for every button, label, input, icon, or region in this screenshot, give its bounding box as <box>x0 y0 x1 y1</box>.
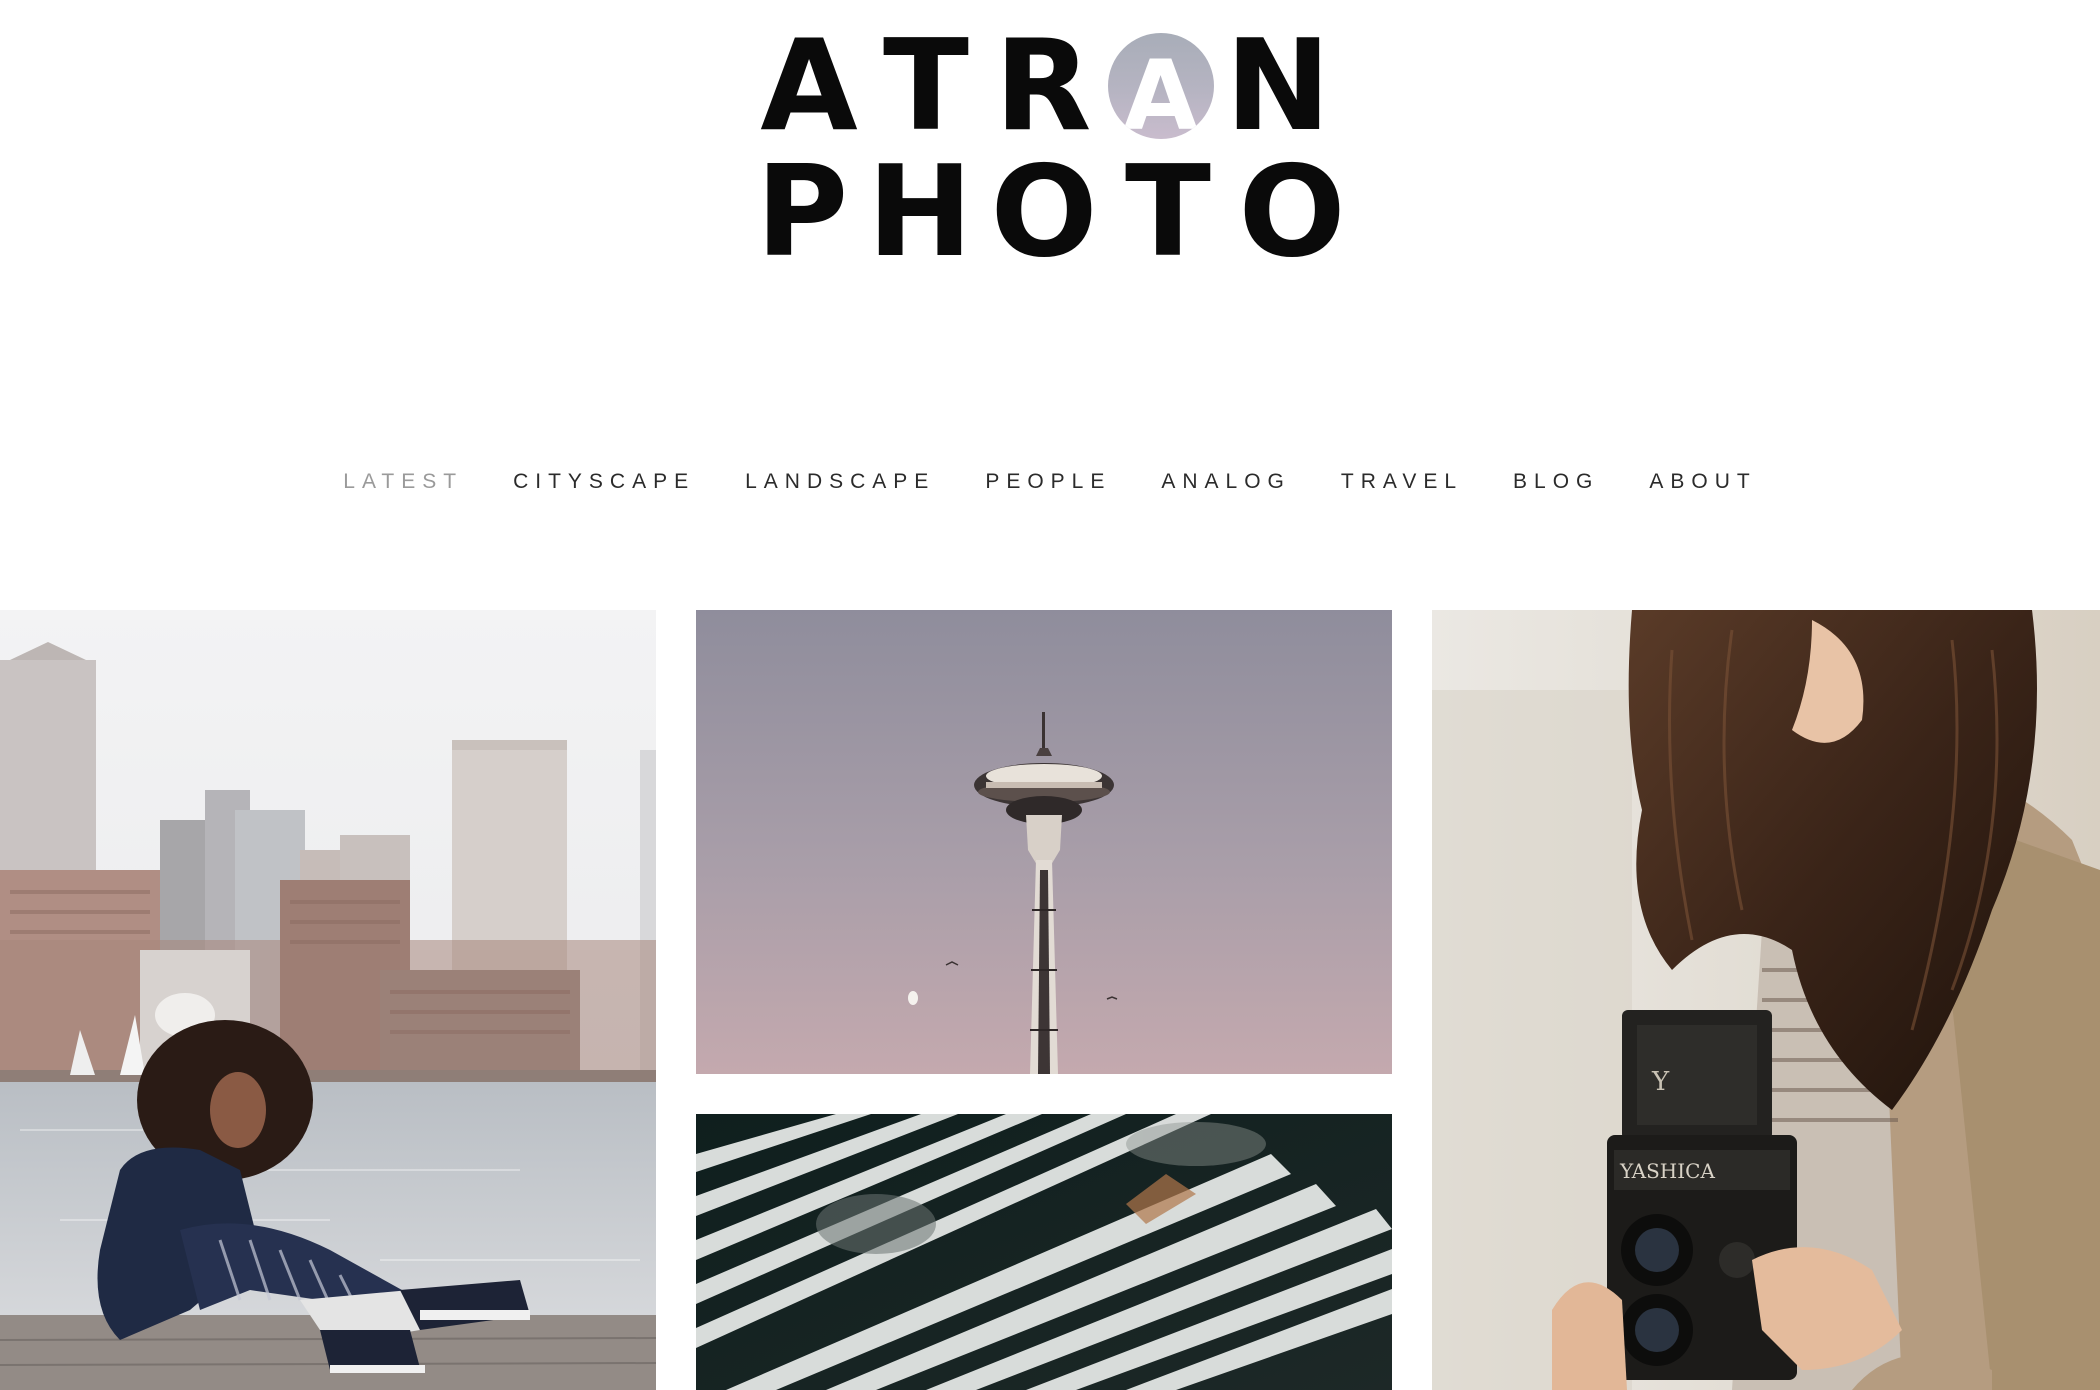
nav-cityscape[interactable]: CITYSCAPE <box>513 470 695 494</box>
logo-line-photo: P H O T O <box>743 138 1357 285</box>
nav-people[interactable]: PEOPLE <box>985 470 1111 494</box>
page: A T R A N P H O T O LATEST CITYSCAPE LAN… <box>0 0 2100 1390</box>
camera-logo-text: Y <box>1651 1067 1670 1097</box>
nav-analog[interactable]: ANALOG <box>1161 470 1291 494</box>
logo-letter: O <box>990 138 1098 285</box>
logo-circle-letter: A <box>1107 33 1214 139</box>
photo-space-needle-image <box>696 610 1392 1074</box>
logo-letter: A <box>1123 40 1198 139</box>
logo-line-atran: A T R A N <box>751 12 1337 159</box>
photo-space-needle[interactable] <box>696 610 1392 1074</box>
main-nav: LATEST CITYSCAPE LANDSCAPE PEOPLE ANALOG… <box>0 470 2100 494</box>
nav-landscape[interactable]: LANDSCAPE <box>745 470 935 494</box>
photo-abstract-stripes[interactable] <box>696 1114 1392 1390</box>
site-logo[interactable]: A T R A N P H O T O <box>0 12 2100 285</box>
logo-letter: T <box>1125 138 1211 285</box>
logo-letter: H <box>867 138 973 285</box>
nav-blog[interactable]: BLOG <box>1513 470 1599 494</box>
photo-abstract-stripes-image <box>696 1114 1392 1390</box>
logo-letter: O <box>1238 138 1346 285</box>
nav-about[interactable]: ABOUT <box>1649 470 1756 494</box>
logo-letter: T <box>883 12 969 159</box>
photo-woman-pier[interactable] <box>0 610 656 1390</box>
photo-woman-camera[interactable]: Y YASHICA <box>1432 610 2100 1390</box>
logo-letter: P <box>755 138 849 285</box>
nav-travel[interactable]: TRAVEL <box>1341 470 1463 494</box>
photo-woman-pier-image <box>0 610 656 1390</box>
photo-woman-camera-image: Y YASHICA <box>1432 610 2100 1390</box>
camera-brand-label: YASHICA <box>1619 1159 1715 1183</box>
logo-letter: A <box>760 12 858 159</box>
logo-letter: R <box>994 12 1092 159</box>
nav-latest[interactable]: LATEST <box>343 470 463 494</box>
logo-letter: N <box>1225 12 1331 159</box>
